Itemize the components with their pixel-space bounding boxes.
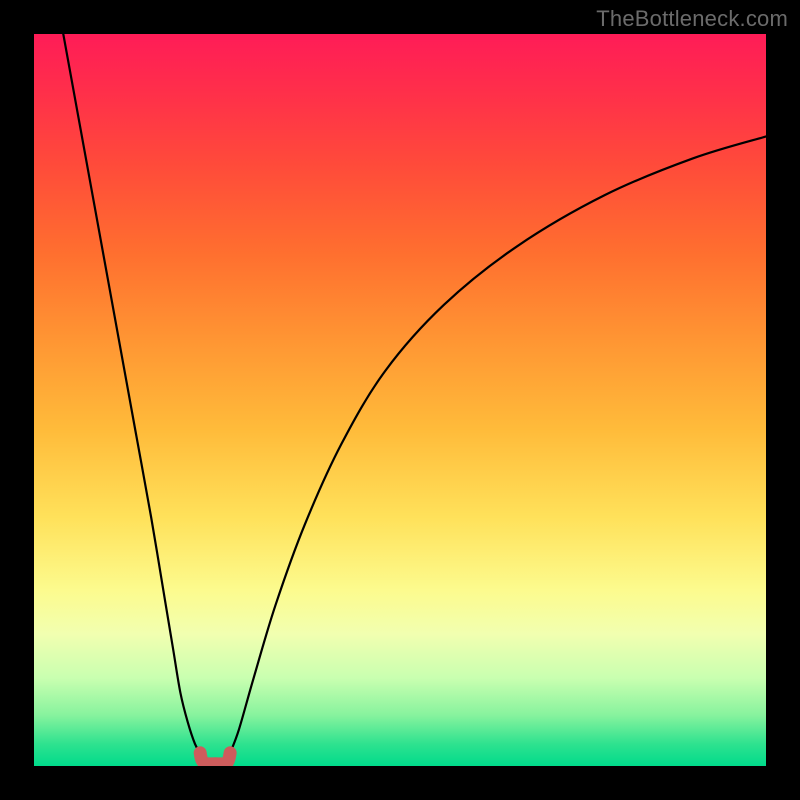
plot-area	[34, 34, 766, 766]
watermark-text: TheBottleneck.com	[596, 6, 788, 32]
chart-svg	[34, 34, 766, 766]
curve-left	[63, 34, 200, 753]
curve-group	[63, 34, 766, 764]
curve-right	[230, 136, 766, 752]
chart-frame: TheBottleneck.com	[0, 0, 800, 800]
bottleneck-marker	[200, 753, 230, 764]
